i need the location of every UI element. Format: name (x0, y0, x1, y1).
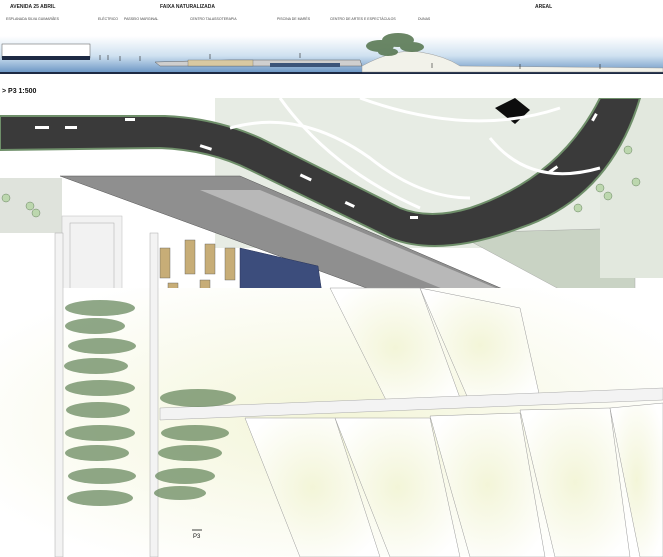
section-marker-label: P3 (193, 534, 201, 540)
section-base-esplanada (2, 56, 90, 60)
court-area (61, 215, 123, 297)
section-drawing (0, 33, 663, 74)
site-plan: P3 (0, 98, 663, 557)
section-talassoterapia (187, 59, 254, 67)
plan-title: > P3 1:500 (2, 88, 37, 95)
section-ground-line (0, 72, 663, 74)
section-pool (270, 63, 340, 67)
drawing-sheet: AVENIDA 25 ABRIL FAIXA NATURALIZADA AREA… (0, 0, 663, 557)
section-building-esplanada (1, 43, 91, 59)
